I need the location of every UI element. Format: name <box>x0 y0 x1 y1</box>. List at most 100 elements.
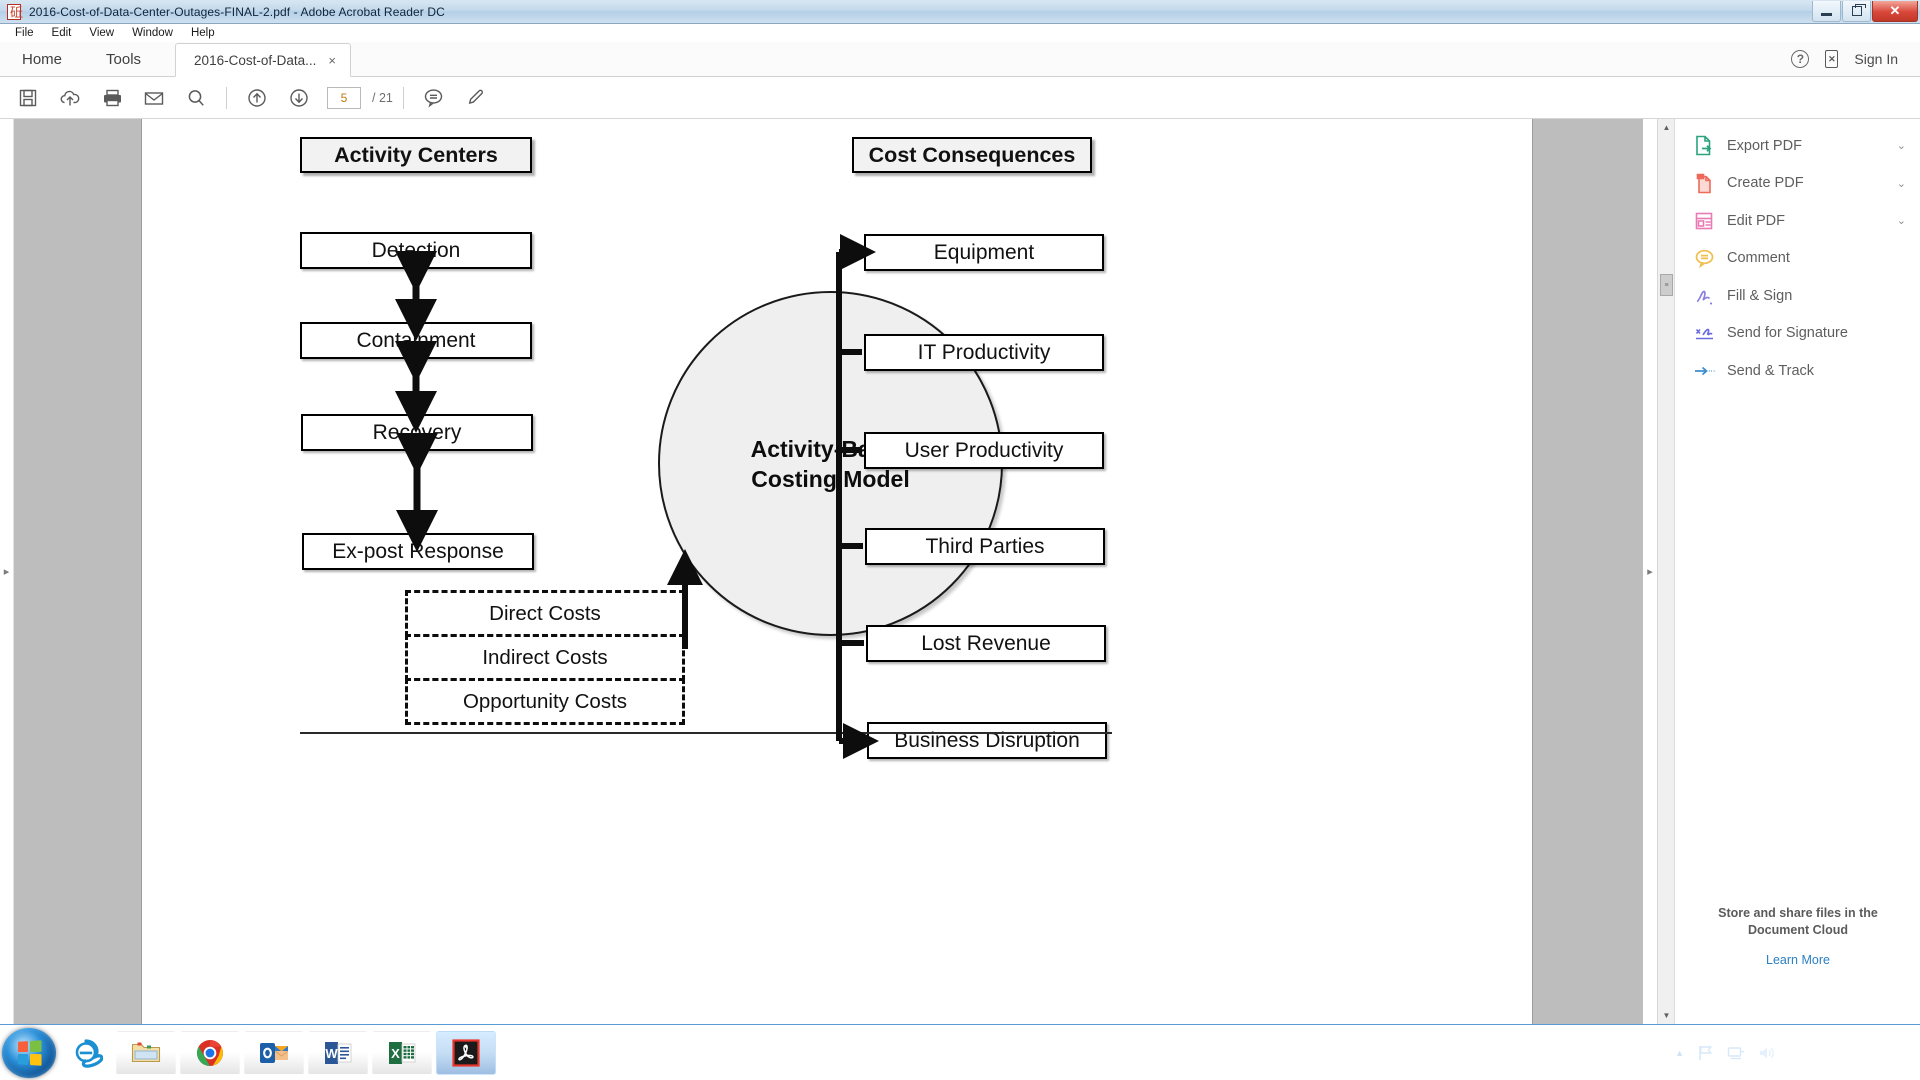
show-desktop-button[interactable] <box>1902 1030 1916 1075</box>
system-tray: ▲ 10:14 23/09/2016 <box>1660 1030 1920 1075</box>
taskbar-item-adobe-acrobat[interactable]: ῾ <box>436 1030 496 1075</box>
internet-explorer-icon <box>75 1038 103 1068</box>
cost-type-box-opportunity-costs: Opportunity Costs <box>405 678 685 725</box>
pdf-viewer[interactable]: Activity Centers Cost Consequences Detec… <box>14 119 1674 1024</box>
tab-document[interactable]: 2016-Cost-of-Data... × <box>175 43 351 77</box>
tab-home[interactable]: Home <box>0 42 84 76</box>
acrobat-icon: ῾ <box>452 1038 480 1067</box>
email-icon[interactable] <box>134 81 174 115</box>
menu-bar: File Edit View Window Help <box>0 24 1920 42</box>
taskbar-item-microsoft-excel[interactable]: X <box>372 1030 432 1075</box>
sidebar-label-send-for-signature: Send for Signature <box>1727 325 1848 342</box>
highlight-icon[interactable] <box>456 81 496 115</box>
taskbar-item-microsoft-word[interactable]: W <box>308 1030 368 1075</box>
chevron-left-icon: ▸ <box>1647 566 1653 578</box>
toolbar-separator-2 <box>402 86 404 109</box>
sidebar-label-fill-and-sign: Fill & Sign <box>1727 287 1793 304</box>
chrome-icon <box>197 1039 223 1066</box>
search-icon[interactable] <box>176 81 216 115</box>
tab-tools[interactable]: Tools <box>84 42 163 76</box>
close-icon[interactable]: × <box>328 53 336 68</box>
close-button[interactable]: ✕ <box>1872 1 1918 22</box>
svg-text:W: W <box>325 1046 338 1061</box>
sidebar-label-create-pdf: Create PDF <box>1727 175 1804 192</box>
windows-logo-icon <box>17 1039 42 1066</box>
taskbar-item-microsoft-outlook[interactable] <box>244 1030 304 1075</box>
sidebar-label-export-pdf: Export PDF <box>1727 137 1802 154</box>
print-icon[interactable] <box>92 81 132 115</box>
save-icon[interactable] <box>8 81 48 115</box>
help-icon[interactable]: ? <box>1791 50 1810 68</box>
cost-consequence-box-third-parties: Third Parties <box>865 528 1105 565</box>
sidebar-item-create-pdf[interactable]: Create PDF ⌄ <box>1675 165 1920 203</box>
activity-center-box-ex-post-response: Ex-post Response <box>302 533 534 570</box>
clock[interactable]: 10:14 23/09/2016 <box>1795 1038 1881 1068</box>
diagram-header-activity-centers: Activity Centers <box>300 137 532 173</box>
chevron-down-icon[interactable]: ⌄ <box>1897 139 1906 152</box>
pdf-page: Activity Centers Cost Consequences Detec… <box>142 119 1532 1024</box>
send-and-track-icon <box>1693 360 1715 382</box>
action-center-flag-icon[interactable] <box>1697 1045 1714 1061</box>
sidebar-label-comment: Comment <box>1727 250 1790 267</box>
menu-item-edit[interactable]: Edit <box>43 27 81 39</box>
tab-strip-right: ? ✕ Sign In <box>1791 42 1920 76</box>
tray-expand-icon[interactable]: ▲ <box>1675 1048 1684 1058</box>
cost-consequence-box-user-productivity: User Productivity <box>864 432 1104 469</box>
previous-page-icon[interactable] <box>237 81 277 115</box>
taskbar-item-internet-explorer[interactable] <box>60 1031 112 1075</box>
folder-icon <box>131 1042 161 1062</box>
chevron-right-icon: ▸ <box>3 566 10 578</box>
main-content-area: ▸ Activity Centers Cost Consequences Det… <box>0 119 1920 1024</box>
vertical-scrollbar[interactable]: ▲ ≡ ▼ <box>1657 119 1674 1024</box>
restore-button[interactable] <box>1842 1 1871 22</box>
sidebar-item-send-for-signature[interactable]: Send for Signature <box>1675 315 1920 353</box>
windows-taskbar: W X ῾ ▲ 10:14 23/09/2016 <box>0 1024 1920 1080</box>
left-pane-toggle[interactable]: ▸ <box>0 119 14 1024</box>
scroll-up-button[interactable]: ▲ <box>1658 119 1674 136</box>
sidebar-footer: Store and share files in the Document Cl… <box>1675 905 1920 967</box>
menu-item-help[interactable]: Help <box>182 27 224 39</box>
learn-more-link[interactable]: Learn More <box>1675 953 1920 967</box>
sidebar-item-comment[interactable]: Comment <box>1675 240 1920 278</box>
scrollbar-thumb[interactable]: ≡ <box>1660 274 1673 296</box>
outlook-icon <box>260 1042 289 1063</box>
diagram-header-cost-consequences: Cost Consequences <box>852 137 1092 173</box>
fill-and-sign-icon <box>1693 285 1715 307</box>
taskbar-item-windows-explorer[interactable] <box>116 1030 176 1075</box>
sidebar-item-fill-and-sign[interactable]: Fill & Sign <box>1675 277 1920 315</box>
network-icon[interactable] <box>1727 1045 1745 1061</box>
scroll-down-button[interactable]: ▼ <box>1658 1007 1674 1024</box>
window-title: 2016-Cost-of-Data-Center-Outages-FINAL-2… <box>29 4 445 19</box>
export-pdf-icon <box>1693 135 1715 157</box>
create-pdf-icon <box>1693 172 1715 194</box>
svg-text:X: X <box>391 1046 400 1061</box>
cost-consequence-box-equipment: Equipment <box>864 234 1104 271</box>
save-to-cloud-icon[interactable] <box>50 81 90 115</box>
mobile-device-icon[interactable]: ✕ <box>1825 50 1839 68</box>
window-controls: ✕ <box>1811 1 1918 22</box>
comment-icon[interactable] <box>414 81 454 115</box>
sidebar-item-export-pdf[interactable]: Export PDF ⌄ <box>1675 127 1920 165</box>
page-number-input[interactable]: 5 <box>327 86 361 109</box>
menu-item-window[interactable]: Window <box>123 27 182 39</box>
start-button[interactable] <box>2 1027 56 1078</box>
acrobat-app-icon <box>5 2 23 21</box>
activity-center-box-detection: Detection <box>300 232 532 269</box>
cost-consequence-box-lost-revenue: Lost Revenue <box>866 625 1106 662</box>
menu-item-view[interactable]: View <box>80 27 123 39</box>
sign-in-button[interactable]: Sign In <box>1854 51 1898 67</box>
chevron-down-icon[interactable]: ⌄ <box>1897 177 1906 190</box>
menu-item-file[interactable]: File <box>6 27 43 39</box>
chevron-down-icon[interactable]: ⌄ <box>1897 214 1906 227</box>
right-pane-toggle[interactable]: ▸ <box>1643 119 1657 1024</box>
tab-strip: Home Tools 2016-Cost-of-Data... × ? ✕ Si… <box>0 42 1920 77</box>
cost-consequence-box-business-disruption: Business Disruption <box>867 722 1107 759</box>
volume-icon[interactable] <box>1758 1045 1776 1061</box>
taskbar-item-google-chrome[interactable] <box>180 1030 240 1075</box>
sidebar-label-send-and-track: Send & Track <box>1727 362 1815 379</box>
sidebar-item-edit-pdf[interactable]: Edit PDF ⌄ <box>1675 202 1920 240</box>
send-for-signature-icon <box>1693 322 1715 344</box>
next-page-icon[interactable] <box>279 81 319 115</box>
sidebar-item-send-and-track[interactable]: Send & Track <box>1675 352 1920 390</box>
minimize-button[interactable] <box>1812 1 1841 22</box>
